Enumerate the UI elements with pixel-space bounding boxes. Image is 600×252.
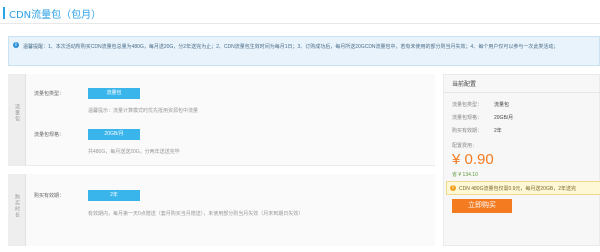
duration-section: 购买时长 购买有效期： 2年 有效期内，每月第一天0点赠送（套月购买当月赠送），… <box>8 174 435 246</box>
section-label-package: 流量包 <box>8 74 26 165</box>
summary-type-label: 流量包类型： <box>452 102 483 108</box>
config-form: 流量包 流量包类型： 流量包 温馨提示：流量计算模式时优先抵用资源包中流量 流量… <box>8 74 435 246</box>
summary-size-label: 流量包规格： <box>452 115 483 121</box>
summary-divider <box>444 92 600 93</box>
price-value: ¥ 0.90 <box>452 151 494 168</box>
package-size-option[interactable]: 20GB/月 <box>88 129 140 140</box>
package-type-option[interactable]: 流量包 <box>88 88 140 99</box>
duration-option[interactable]: 2年 <box>88 190 140 201</box>
info-icon: i <box>13 42 19 48</box>
order-summary: 当前配置 流量包类型： 流量包 流量包规格： 20GB/月 购买有效期： 2年 … <box>443 74 600 246</box>
page-title: CDN流量包（包月） <box>9 10 102 21</box>
section-label-duration: 购买时长 <box>8 174 26 246</box>
duration-label: 购买有效期： <box>34 193 65 199</box>
price-label: 配置费用： <box>452 143 478 149</box>
summary-duration-value: 2年 <box>494 128 502 134</box>
warning-icon: ! <box>450 185 456 191</box>
summary-type-value: 流量包 <box>494 102 510 108</box>
notice-text: 温馨提醒：1、本次活动所购买CDN流量包总量为480G，每月送20G，分2年送完… <box>23 44 559 50</box>
package-size-label: 流量包规格： <box>34 132 65 138</box>
promo-tip: ! CDN 480G流量包仅需0.9元，每月送20GB，2年送完 <box>446 181 600 195</box>
package-type-label: 流量包类型： <box>34 91 65 97</box>
summary-size-value: 20GB/月 <box>494 115 514 121</box>
buy-now-button[interactable]: 立即购买 <box>452 199 512 213</box>
summary-duration-label: 购买有效期： <box>452 128 483 134</box>
promo-tip-text: CDN 480G流量包仅需0.9元，每月送20GB，2年送完 <box>459 186 576 192</box>
summary-title: 当前配置 <box>452 82 477 88</box>
spec-section: 流量包 流量包类型： 流量包 温馨提示：流量计算模式时优先抵用资源包中流量 流量… <box>8 74 435 166</box>
package-size-hint: 共480G，每月送送20G，分两年送送完毕 <box>88 149 180 155</box>
duration-hint: 有效期内，每月第一天0点赠送（套月购买当月赠送），未使用部分则当月失效（月末到期… <box>88 211 304 217</box>
package-type-hint: 温馨提示：流量计算模式时优先抵用资源包中流量 <box>88 108 199 114</box>
notice-banner: i 温馨提醒：1、本次活动所购买CDN流量包总量为480G，每月送20G，分2年… <box>8 36 600 66</box>
title-accent-bar <box>3 7 5 19</box>
saving-amount: 省 ¥ 134.10 <box>452 172 478 178</box>
page-header: CDN流量包（包月） <box>0 0 600 24</box>
